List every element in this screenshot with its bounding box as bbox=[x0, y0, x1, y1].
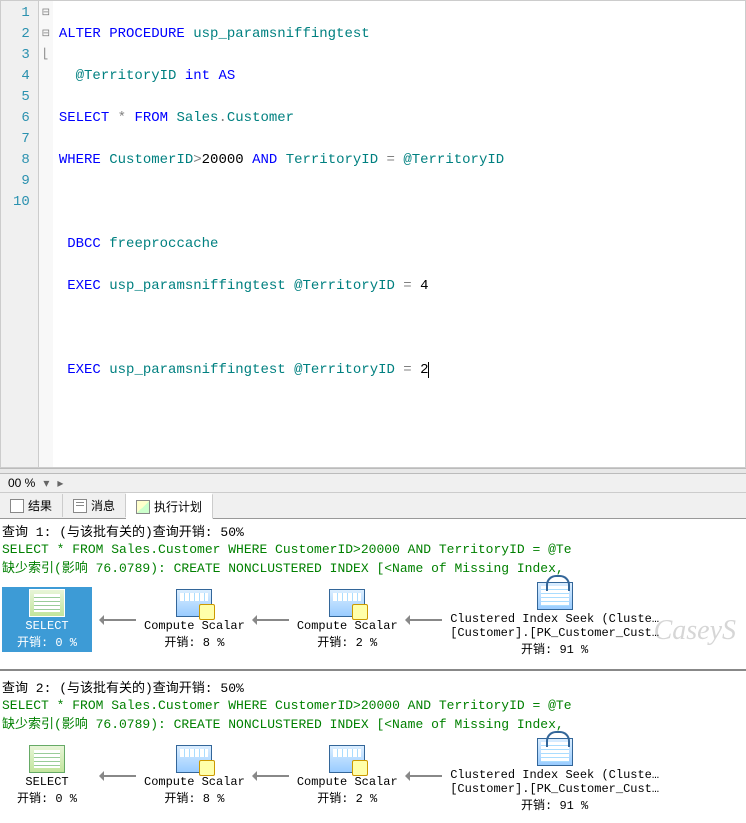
query1-header: 查询 1: (与该批有关的)查询开销: 50% bbox=[0, 519, 746, 542]
plan-node-clustered-index-seek[interactable]: Clustered Index Seek (Cluste… [Customer]… bbox=[450, 738, 660, 813]
separator-icon: ▸ bbox=[53, 476, 67, 490]
code-area[interactable]: ALTER PROCEDURE usp_paramsniffingtest @T… bbox=[53, 1, 510, 467]
query2-missing-index[interactable]: 缺少索引(影响 76.0789): CREATE NONCLUSTERED IN… bbox=[0, 713, 746, 732]
sql-editor[interactable]: 12345678910 ⊟⊟⎣ ALTER PROCEDURE usp_para… bbox=[0, 0, 746, 468]
arrow-icon bbox=[245, 775, 297, 777]
query1-plan[interactable]: SELECT 开销: 0 % Compute Scalar 开销: 8 % Co… bbox=[0, 576, 746, 667]
zoom-bar: 00 % ▾ ▸ bbox=[0, 474, 746, 493]
select-icon bbox=[29, 745, 65, 773]
plan-node-compute-scalar[interactable]: Compute Scalar 开销: 8 % bbox=[144, 745, 245, 806]
execution-plan-panel[interactable]: 查询 1: (与该批有关的)查询开销: 50% SELECT * FROM Sa… bbox=[0, 519, 746, 823]
query1-missing-index[interactable]: 缺少索引(影响 76.0789): CREATE NONCLUSTERED IN… bbox=[0, 557, 746, 576]
fold-gutter[interactable]: ⊟⊟⎣ bbox=[39, 1, 53, 467]
arrow-icon bbox=[245, 619, 297, 621]
plan-node-select[interactable]: SELECT 开销: 0 % bbox=[2, 745, 92, 806]
index-seek-icon bbox=[537, 738, 573, 766]
zoom-value[interactable]: 00 % bbox=[4, 476, 39, 490]
results-tabbar: 结果 消息 执行计划 bbox=[0, 493, 746, 519]
plan-node-compute-scalar[interactable]: Compute Scalar 开销: 2 % bbox=[297, 745, 398, 806]
plan-icon bbox=[136, 500, 150, 514]
plan-node-select[interactable]: SELECT 开销: 0 % bbox=[2, 587, 92, 652]
index-seek-icon bbox=[537, 582, 573, 610]
compute-scalar-icon bbox=[329, 589, 365, 617]
text-caret bbox=[428, 362, 429, 378]
query2-header: 查询 2: (与该批有关的)查询开销: 50% bbox=[0, 675, 746, 698]
query1-sql: SELECT * FROM Sales.Customer WHERE Custo… bbox=[0, 542, 746, 557]
query2-sql: SELECT * FROM Sales.Customer WHERE Custo… bbox=[0, 698, 746, 713]
grid-icon bbox=[10, 499, 24, 513]
tab-execution-plan[interactable]: 执行计划 bbox=[126, 493, 213, 519]
query2-plan[interactable]: SELECT 开销: 0 % Compute Scalar 开销: 8 % Co… bbox=[0, 732, 746, 823]
select-icon bbox=[29, 589, 65, 617]
zoom-dropdown-icon[interactable]: ▾ bbox=[39, 476, 53, 490]
compute-scalar-icon bbox=[176, 745, 212, 773]
plan-node-compute-scalar[interactable]: Compute Scalar 开销: 2 % bbox=[297, 589, 398, 650]
arrow-icon bbox=[398, 775, 450, 777]
compute-scalar-icon bbox=[329, 745, 365, 773]
tab-messages[interactable]: 消息 bbox=[63, 494, 126, 517]
line-gutter: 12345678910 bbox=[1, 1, 39, 467]
tab-results[interactable]: 结果 bbox=[0, 494, 63, 517]
message-icon bbox=[73, 499, 87, 513]
plan-node-clustered-index-seek[interactable]: Clustered Index Seek (Cluste… [Customer]… bbox=[450, 582, 660, 657]
plan-node-compute-scalar[interactable]: Compute Scalar 开销: 8 % bbox=[144, 589, 245, 650]
arrow-icon bbox=[92, 775, 144, 777]
arrow-icon bbox=[398, 619, 450, 621]
arrow-icon bbox=[92, 619, 144, 621]
plan-divider bbox=[0, 669, 746, 671]
compute-scalar-icon bbox=[176, 589, 212, 617]
